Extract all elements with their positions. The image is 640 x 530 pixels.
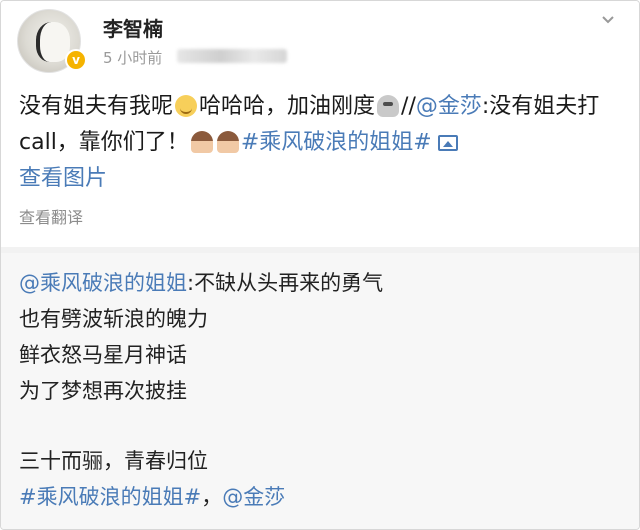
- post-time: 5 小时前: [103, 49, 163, 67]
- repost-line-5: 三十而骊，青春归位: [19, 449, 208, 473]
- translate-link[interactable]: 查看翻译: [19, 204, 83, 228]
- mention-sisters-link[interactable]: @乘风破浪的姐姐: [19, 271, 187, 295]
- image-icon: [437, 135, 458, 151]
- repost-text: @乘风破浪的姐姐:不缺从头再来的勇气 也有劈波斩浪的魄力 鲜衣怒马星月神话 为了…: [19, 265, 619, 515]
- repost-line-3: 鲜衣怒马星月神话: [19, 343, 187, 367]
- body-text-1: 没有姐夫有我呢: [19, 94, 174, 119]
- username[interactable]: 李智楠: [103, 13, 163, 42]
- repost-line-1: @乘风破浪的姐姐:不缺从头再来的勇气: [19, 265, 619, 301]
- repost-line-1-text: :不缺从头再来的勇气: [187, 271, 384, 295]
- repost-line-6: #乘风破浪的姐姐#，@金莎: [19, 479, 619, 515]
- girl-emoji-icon-2: [216, 131, 239, 153]
- mention-jinsha-link[interactable]: @金莎: [416, 94, 482, 119]
- view-image-link[interactable]: 查看图片: [19, 166, 107, 191]
- body-text-2: 哈哈哈，加油刚度: [199, 94, 376, 119]
- repost-mention-jinsha-link[interactable]: @金莎: [222, 485, 285, 509]
- girl-emoji-icon: [190, 131, 213, 153]
- laugh-emoji-icon: [175, 95, 198, 117]
- post-body: 没有姐夫有我呢 哈哈哈，加油刚度//@金莎:没有姐夫打 call，靠你们了！ #乘风…: [19, 89, 629, 197]
- blurred-source-text: [177, 49, 287, 63]
- chevron-down-icon[interactable]: [601, 13, 615, 27]
- hashtag-link[interactable]: #乘风破浪的姐姐#: [241, 130, 432, 155]
- repost-hashtag-link[interactable]: #乘风破浪的姐姐#: [19, 485, 201, 509]
- repost-line-4: 为了梦想再次披挂: [19, 379, 187, 403]
- verified-badge-icon: v: [65, 49, 87, 71]
- weibo-card: v 李智楠 5 小时前 没有姐夫有我呢 哈哈哈，加油刚度//@金莎:没有姐夫打 c…: [0, 0, 640, 530]
- repost-separator: ，: [201, 485, 223, 509]
- repost-line-2: 也有劈波斩浪的魄力: [19, 307, 208, 331]
- robot-emoji-icon: [377, 95, 400, 117]
- body-text-3: //: [401, 94, 416, 119]
- original-post: v 李智楠 5 小时前 没有姐夫有我呢 哈哈哈，加油刚度//@金莎:没有姐夫打 c…: [1, 1, 639, 247]
